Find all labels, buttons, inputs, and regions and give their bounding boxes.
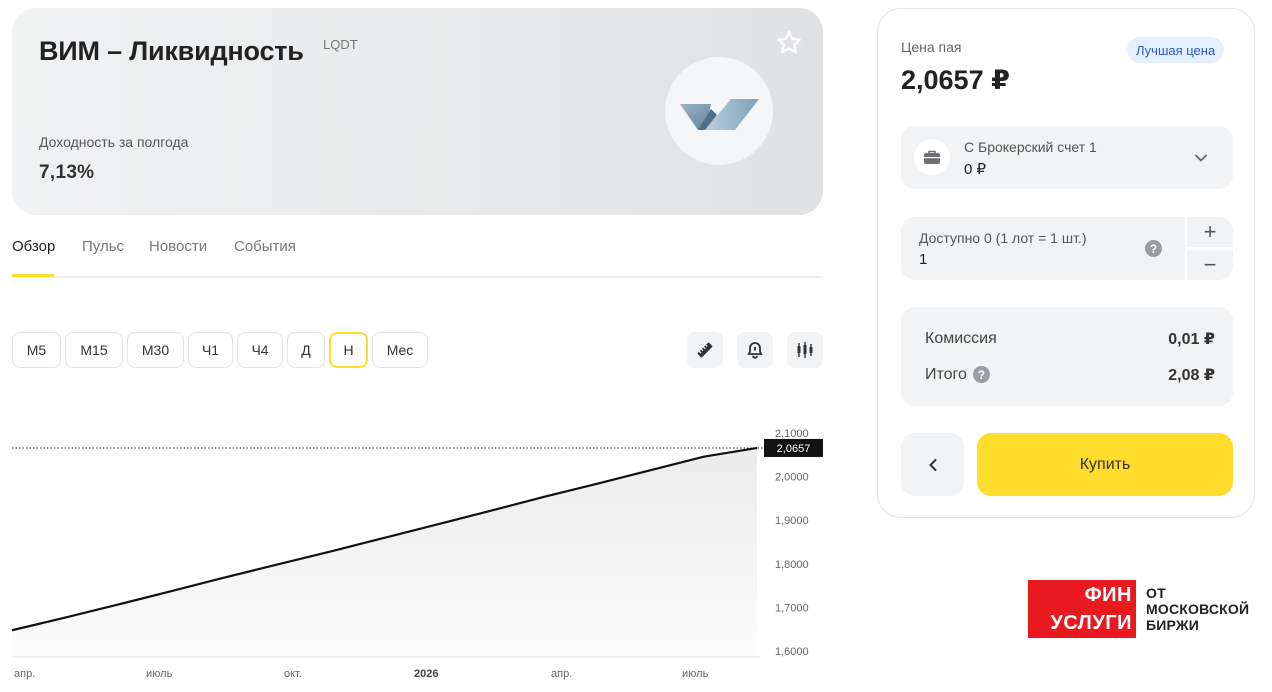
commission-row: Комиссия 0,01 ₽ (925, 329, 1215, 349)
x-tick-label: апр. (551, 668, 572, 680)
x-tick-label: июль (682, 668, 709, 680)
tab-overview[interactable]: Обзор (12, 238, 55, 255)
period-day-button[interactable]: Д (287, 332, 325, 368)
quantity-field[interactable]: Доступно 0 (1 лот = 1 шт.) ? (901, 217, 1185, 280)
account-selector[interactable]: С Брокерский счет 1 0 ₽ (901, 126, 1233, 189)
tab-news[interactable]: Новости (149, 238, 207, 255)
x-tick-label: июль (146, 668, 173, 680)
y-tick-label: 1,9000 (775, 515, 809, 527)
bell-icon[interactable] (737, 332, 773, 368)
period-h1-button[interactable]: Ч1 (188, 332, 233, 368)
tab-pulse[interactable]: Пульс (82, 238, 124, 255)
x-tick-label: апр. (14, 668, 35, 680)
quantity-decrease-button[interactable]: − (1187, 250, 1233, 280)
active-tab-indicator (12, 274, 54, 277)
commission-value: 0,01 ₽ (1168, 331, 1215, 348)
account-name: С Брокерский счет 1 (964, 139, 1097, 155)
period-m15-button[interactable]: M15 (65, 332, 123, 368)
y-tick-label: 1,7000 (775, 602, 809, 614)
x-tick-label: окт. (284, 668, 302, 680)
period-h4-button[interactable]: Ч4 (237, 332, 283, 368)
price-chart[interactable]: 2,1000 2,0000 1,9000 1,8000 1,7000 1,6000 2,06… (0, 420, 860, 692)
period-week-button[interactable]: Н (329, 332, 368, 368)
order-panel: Цена пая 2,0657 ₽ Лучшая цена С Брокерск… (877, 8, 1255, 518)
quantity-label: Доступно 0 (1 лот = 1 шт.) (919, 230, 1087, 246)
total-row: Итого? 2,08 ₽ (925, 365, 1215, 385)
quantity-input[interactable] (919, 251, 1119, 268)
yield-label: Доходность за полгода (39, 134, 189, 150)
quantity-increase-button[interactable]: + (1187, 217, 1233, 247)
account-balance: 0 ₽ (964, 161, 987, 178)
instrument-ticker: LQDT (323, 37, 358, 52)
current-price-tag-label: 2,0657 (777, 443, 811, 455)
favorite-star-icon[interactable] (774, 28, 804, 58)
ruler-icon[interactable] (687, 332, 723, 368)
chevron-left-icon (928, 458, 936, 471)
y-tick-label: 2,1000 (775, 428, 809, 440)
fund-logo (665, 57, 773, 165)
y-tick-label: 1,8000 (775, 559, 809, 571)
best-price-badge: Лучшая цена (1127, 37, 1225, 63)
brand-text-1: ОТ (1146, 585, 1166, 601)
total-label: Итого (925, 366, 967, 383)
instrument-title: ВИМ – Ликвидность (39, 36, 304, 66)
chevron-down-icon (1191, 148, 1211, 168)
briefcase-icon (914, 139, 950, 175)
buy-button[interactable]: Купить (977, 433, 1233, 496)
total-value: 2,08 ₽ (1168, 367, 1215, 384)
brand-line-1: ФИН (1028, 580, 1136, 610)
x-tick-label: 2026 (414, 668, 438, 680)
instrument-header-card: ВИМ – Ликвидность LQDT Доходность за пол… (12, 8, 823, 215)
commission-label: Комиссия (925, 330, 997, 347)
period-m30-button[interactable]: M30 (127, 332, 184, 368)
period-month-button[interactable]: Мес (372, 332, 428, 368)
candles-icon[interactable] (787, 332, 823, 368)
brand-line-2: УСЛУГИ (1028, 609, 1136, 638)
period-m5-button[interactable]: M5 (12, 332, 61, 368)
brand-text-3: БИРЖИ (1146, 617, 1199, 633)
price-label: Цена пая (901, 39, 962, 55)
brand-text-2: МОСКОВСКОЙ (1146, 601, 1250, 617)
section-tabs: Обзор Пульс Новости События (12, 228, 823, 278)
help-icon[interactable]: ? (1145, 240, 1162, 257)
total-help-icon[interactable]: ? (972, 366, 990, 384)
tab-events[interactable]: События (234, 238, 296, 255)
price-value: 2,0657 ₽ (901, 65, 1010, 95)
y-tick-label: 2,0000 (775, 472, 809, 484)
back-button[interactable] (901, 433, 964, 496)
order-summary: Комиссия 0,01 ₽ Итого? 2,08 ₽ (901, 307, 1233, 406)
chart-area-fill (12, 447, 757, 657)
yield-value: 7,13% (39, 162, 95, 183)
y-tick-label: 1,6000 (775, 646, 809, 658)
